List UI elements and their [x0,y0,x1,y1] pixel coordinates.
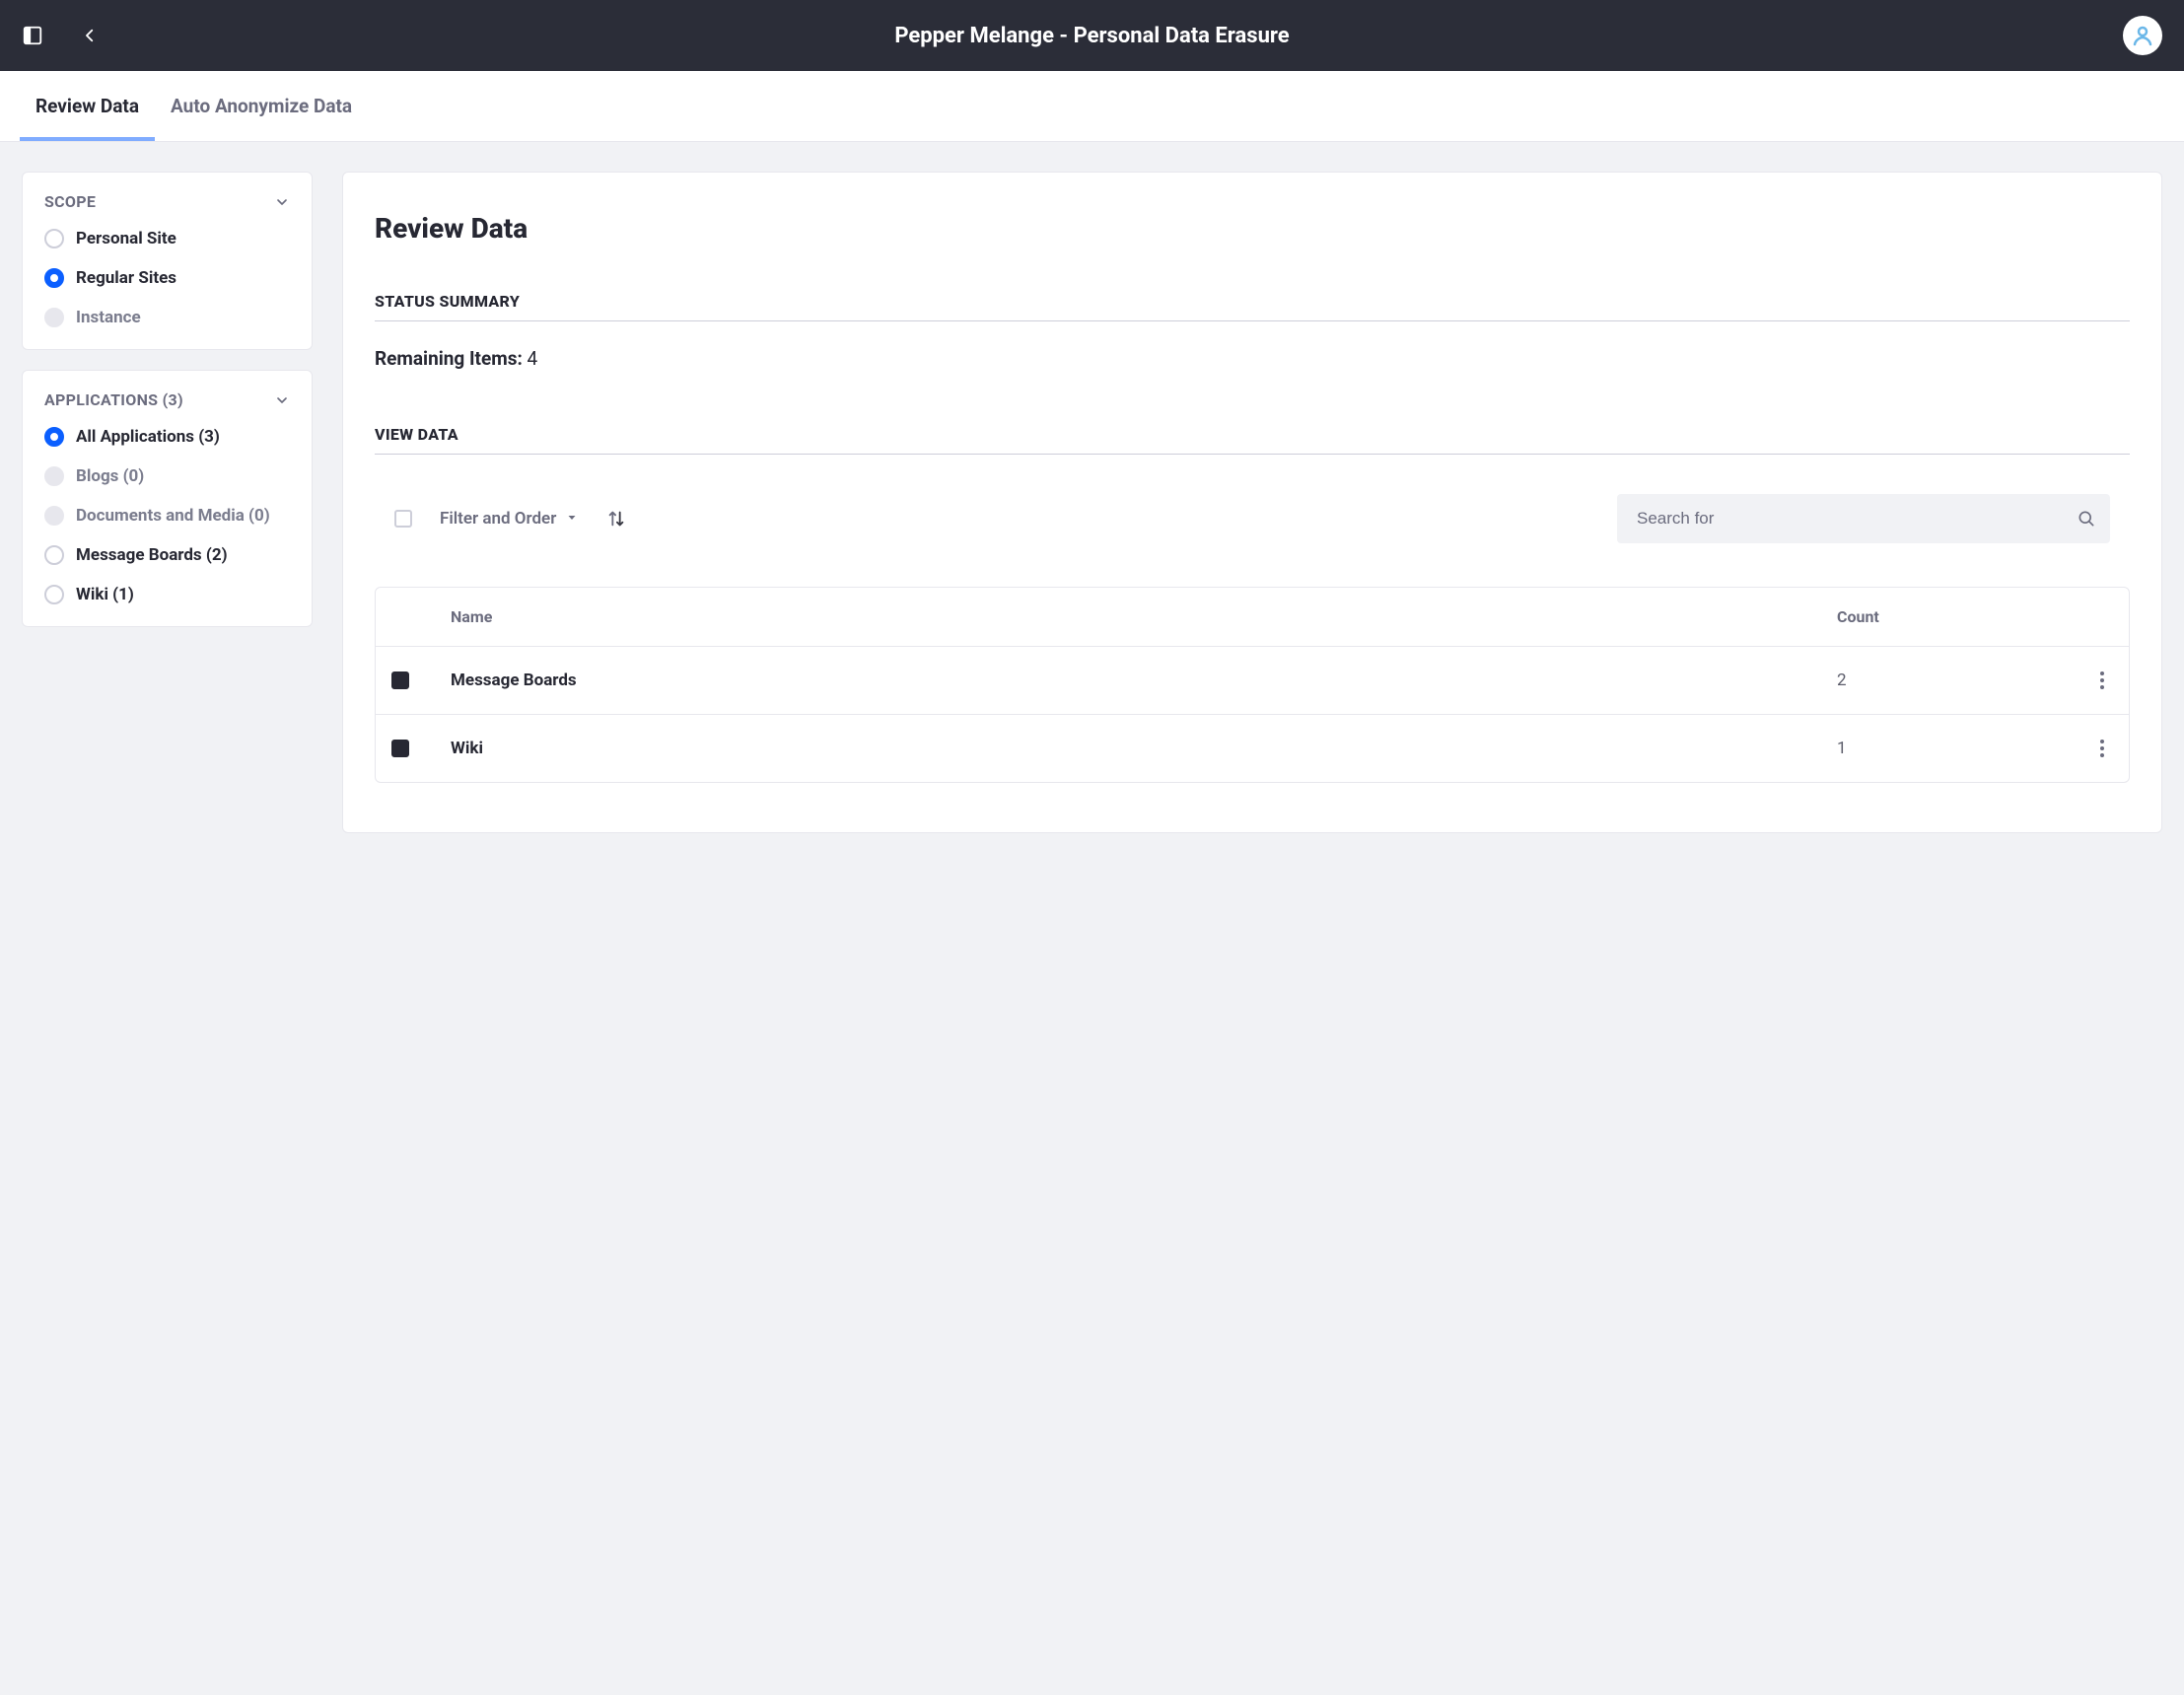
column-header-count: Count [1837,607,2034,626]
radio-label: Wiki (1) [76,585,290,604]
scope-item-regular-sites[interactable]: Regular Sites [44,268,290,288]
applications-item-message-boards[interactable]: Message Boards (2) [44,545,290,565]
applications-item-documents-media: Documents and Media (0) [44,506,290,526]
scope-radio-list: Personal Site Regular Sites Instance [44,229,290,327]
tab-auto-anonymize[interactable]: Auto Anonymize Data [155,71,368,141]
table-header-row: Name Count [376,588,2129,646]
radio-icon [44,427,64,447]
chevron-down-icon [274,392,290,408]
applications-radio-list: All Applications (3) Blogs (0) Documents… [44,427,290,604]
page-title: Pepper Melange - Personal Data Erasure [894,24,1289,48]
scope-panel: SCOPE Personal Site Regular Sites Instan… [22,172,313,350]
remaining-items-row: Remaining Items: 4 [375,347,2130,370]
caret-down-icon [566,509,578,529]
radio-label: Message Boards (2) [76,545,290,565]
radio-icon [44,585,64,604]
radio-label: Blogs (0) [76,466,290,486]
applications-panel: APPLICATIONS (3) All Applications (3) Bl… [22,370,313,627]
table-row[interactable]: Message Boards 2 [376,646,2129,714]
row-actions-button[interactable] [2091,667,2113,694]
applications-item-blogs: Blogs (0) [44,466,290,486]
topbar-left-controls [22,25,99,46]
row-name: Message Boards [451,671,1837,690]
scope-item-instance: Instance [44,308,290,327]
search-field-wrapper [1617,494,2110,543]
scope-panel-header[interactable]: SCOPE [44,192,290,211]
row-count: 1 [1837,739,2034,758]
chevron-down-icon [274,194,290,210]
view-data-title: VIEW DATA [375,425,2130,455]
column-header-name: Name [451,607,1837,626]
radio-label: All Applications (3) [76,427,290,447]
content-layout: SCOPE Personal Site Regular Sites Instan… [0,142,2184,873]
row-name: Wiki [451,739,1837,758]
data-table: Name Count Message Boards 2 Wiki 1 [375,587,2130,783]
review-data-heading: Review Data [375,212,2130,245]
radio-icon [44,466,64,486]
applications-item-all[interactable]: All Applications (3) [44,427,290,447]
sort-direction-button[interactable] [605,508,627,530]
radio-icon [44,308,64,327]
filter-and-order-label: Filter and Order [440,509,556,529]
select-all-checkbox[interactable] [394,510,412,528]
applications-panel-title: APPLICATIONS (3) [44,390,183,409]
remaining-items-value: 4 [528,347,538,370]
radio-icon [44,506,64,526]
radio-label: Personal Site [76,229,290,248]
radio-label: Instance [76,308,290,327]
row-checkbox-icon[interactable] [391,740,409,757]
panel-toggle-icon[interactable] [22,25,43,46]
view-data-toolbar: Filter and Order [375,480,2130,557]
main-card: Review Data STATUS SUMMARY Remaining Ite… [342,172,2162,833]
status-summary-title: STATUS SUMMARY [375,292,2130,321]
tabs-bar: Review Data Auto Anonymize Data [0,71,2184,142]
applications-item-wiki[interactable]: Wiki (1) [44,585,290,604]
scope-item-personal-site[interactable]: Personal Site [44,229,290,248]
search-icon[interactable] [2077,509,2096,529]
sidebar: SCOPE Personal Site Regular Sites Instan… [22,172,313,627]
radio-label: Regular Sites [76,268,290,288]
row-checkbox-icon[interactable] [391,671,409,689]
radio-icon [44,268,64,288]
avatar[interactable] [2123,16,2162,55]
tab-review-data[interactable]: Review Data [20,71,155,141]
radio-icon [44,545,64,565]
back-icon[interactable] [81,27,99,44]
radio-label: Documents and Media (0) [76,506,290,526]
search-input[interactable] [1637,509,2077,529]
remaining-items-label: Remaining Items: [375,347,523,370]
row-actions-button[interactable] [2091,735,2113,762]
topbar: Pepper Melange - Personal Data Erasure [0,0,2184,71]
radio-icon [44,229,64,248]
table-row[interactable]: Wiki 1 [376,714,2129,782]
row-count: 2 [1837,671,2034,690]
filter-and-order-button[interactable]: Filter and Order [440,509,578,529]
applications-panel-header[interactable]: APPLICATIONS (3) [44,390,290,409]
scope-panel-title: SCOPE [44,192,96,211]
